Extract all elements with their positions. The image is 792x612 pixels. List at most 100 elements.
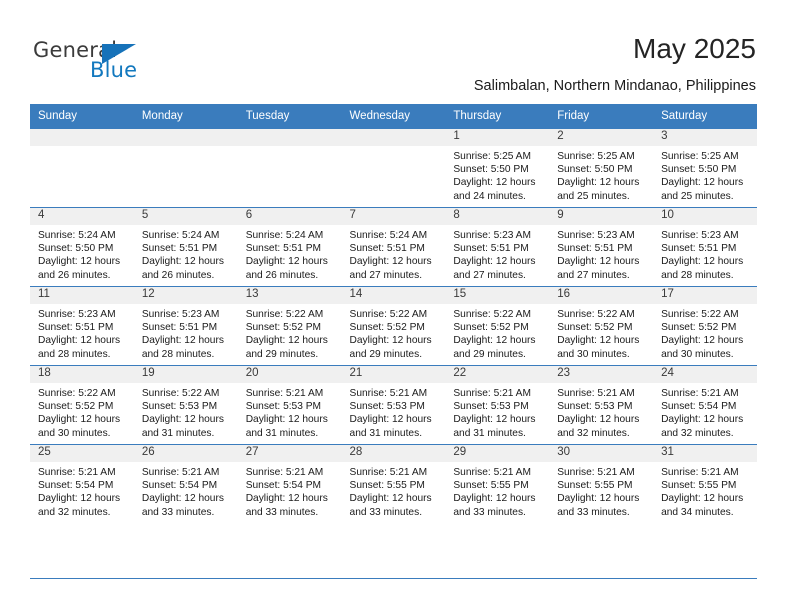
day-details: Sunrise: 5:25 AM Sunset: 5:50 PM Daylight:…	[445, 146, 549, 203]
calendar-day-cell[interactable]: 16 Sunrise: 5:22 AM Sunset: 5:52 PM Dayligh…	[549, 286, 654, 366]
daylight-text-line1: Daylight: 12 hours	[661, 177, 744, 189]
sunset-text: Sunset: 5:51 PM	[661, 243, 737, 255]
sunset-text: Sunset: 5:52 PM	[38, 401, 114, 413]
daylight-text-line1: Daylight: 12 hours	[453, 414, 536, 426]
day-number: 4	[30, 208, 134, 225]
daylight-text-line1: Daylight: 12 hours	[349, 414, 432, 426]
day-details: Sunrise: 5:22 AM Sunset: 5:52 PM Daylight:…	[238, 304, 342, 361]
calendar-day-cell[interactable]: 5 Sunrise: 5:24 AM Sunset: 5:51 PM Daylight…	[133, 207, 238, 287]
calendar-day-cell[interactable]: 14 Sunrise: 5:22 AM Sunset: 5:52 PM Dayligh…	[341, 286, 446, 366]
day-details: Sunrise: 5:24 AM Sunset: 5:51 PM Daylight:…	[342, 225, 446, 282]
sunrise-text: Sunrise: 5:21 AM	[245, 388, 324, 399]
calendar-day-cell[interactable]: 1 Sunrise: 5:25 AM Sunset: 5:50 PM Daylight…	[445, 128, 550, 208]
sunrise-text: Sunrise: 5:21 AM	[141, 467, 220, 478]
calendar-day-cell[interactable]: 9 Sunrise: 5:23 AM Sunset: 5:51 PM Daylight…	[549, 207, 654, 287]
calendar-day-cell[interactable]: 8 Sunrise: 5:23 AM Sunset: 5:51 PM Daylight…	[445, 207, 550, 287]
calendar-day-cell[interactable]: 11 Sunrise: 5:23 AM Sunset: 5:51 PM Dayligh…	[30, 286, 134, 366]
calendar-day-cell[interactable]: 22 Sunrise: 5:21 AM Sunset: 5:53 PM Dayligh…	[445, 365, 550, 445]
calendar-day-cell[interactable]: 23 Sunrise: 5:21 AM Sunset: 5:53 PM Dayligh…	[549, 365, 654, 445]
general-blue-logo[interactable]: General Blue	[33, 38, 213, 86]
day-number: 20	[237, 366, 342, 383]
day-details: Sunrise: 5:23 AM Sunset: 5:51 PM Daylight:…	[134, 304, 238, 361]
daylight-text-line2: and 29 minutes.	[245, 348, 319, 360]
calendar-day-cell[interactable]: 26 Sunrise: 5:21 AM Sunset: 5:54 PM Dayligh…	[133, 444, 238, 523]
calendar-day-cell[interactable]: 13 Sunrise: 5:22 AM Sunset: 5:52 PM Dayligh…	[237, 286, 342, 366]
daylight-text-line1: Daylight: 12 hours	[661, 256, 744, 268]
calendar-day-cell[interactable]: 25 Sunrise: 5:21 AM Sunset: 5:54 PM Dayligh…	[30, 444, 134, 523]
calendar-day-cell[interactable]: 17 Sunrise: 5:22 AM Sunset: 5:52 PM Dayligh…	[653, 286, 757, 366]
daylight-text-line1: Daylight: 12 hours	[245, 493, 328, 505]
daylight-text-line1: Daylight: 12 hours	[38, 335, 121, 347]
weekday-header-friday: Friday	[549, 104, 654, 129]
daylight-text-line2: and 28 minutes.	[661, 269, 734, 281]
day-number: 27	[237, 445, 342, 462]
calendar-week-row: 11 Sunrise: 5:23 AM Sunset: 5:51 PM Dayligh…	[30, 286, 757, 366]
calendar-day-cell[interactable]: 12 Sunrise: 5:23 AM Sunset: 5:51 PM Dayligh…	[133, 286, 238, 366]
sunrise-text: Sunrise: 5:21 AM	[557, 388, 635, 399]
daylight-text-line1: Daylight: 12 hours	[453, 335, 536, 347]
calendar-day-cell[interactable]: 19 Sunrise: 5:22 AM Sunset: 5:53 PM Dayligh…	[133, 365, 238, 445]
calendar-day-cell[interactable]: 2 Sunrise: 5:25 AM Sunset: 5:50 PM Daylight…	[549, 128, 654, 208]
sunset-text: Sunset: 5:53 PM	[141, 401, 218, 413]
day-details: Sunrise: 5:25 AM Sunset: 5:50 PM Daylight:…	[549, 146, 653, 203]
sunset-text: Sunset: 5:51 PM	[141, 322, 218, 334]
sunrise-text: Sunrise: 5:21 AM	[453, 388, 531, 399]
daylight-text-line1: Daylight: 12 hours	[453, 493, 536, 505]
sunset-text: Sunset: 5:52 PM	[349, 322, 425, 334]
daylight-text-line2: and 31 minutes.	[245, 427, 319, 439]
daylight-text-line2: and 30 minutes.	[661, 348, 734, 360]
calendar-cell-empty	[341, 128, 446, 208]
daylight-text-line2: and 28 minutes.	[38, 348, 111, 360]
daylight-text-line2: and 32 minutes.	[557, 427, 630, 439]
calendar-day-cell[interactable]: 10 Sunrise: 5:23 AM Sunset: 5:51 PM Dayligh…	[653, 207, 757, 287]
day-details: Sunrise: 5:21 AM Sunset: 5:54 PM Daylight:…	[30, 462, 134, 519]
calendar-day-cell[interactable]: 28 Sunrise: 5:21 AM Sunset: 5:55 PM Dayligh…	[341, 444, 446, 523]
sunrise-text: Sunrise: 5:23 AM	[661, 230, 739, 241]
calendar-day-cell[interactable]: 27 Sunrise: 5:21 AM Sunset: 5:54 PM Dayligh…	[237, 444, 342, 523]
daylight-text-line2: and 31 minutes.	[453, 427, 526, 439]
sunset-text: Sunset: 5:51 PM	[38, 322, 114, 334]
calendar-cell-empty	[30, 128, 134, 208]
day-number: 24	[653, 366, 757, 383]
day-details: Sunrise: 5:24 AM Sunset: 5:51 PM Daylight:…	[134, 225, 238, 282]
calendar-day-cell[interactable]: 6 Sunrise: 5:24 AM Sunset: 5:51 PM Daylight…	[237, 207, 342, 287]
calendar-day-cell[interactable]: 24 Sunrise: 5:21 AM Sunset: 5:54 PM Dayligh…	[653, 365, 757, 445]
sunrise-text: Sunrise: 5:23 AM	[38, 309, 116, 320]
calendar-day-cell[interactable]: 3 Sunrise: 5:25 AM Sunset: 5:50 PM Daylight…	[653, 128, 757, 208]
sunset-text: Sunset: 5:53 PM	[245, 401, 322, 413]
daylight-text-line1: Daylight: 12 hours	[557, 256, 640, 268]
calendar-day-cell[interactable]: 29 Sunrise: 5:21 AM Sunset: 5:55 PM Dayligh…	[445, 444, 550, 523]
page-header: General Blue May 2025 Salimbalan, Northe…	[0, 0, 792, 100]
sunset-text: Sunset: 5:50 PM	[38, 243, 114, 255]
day-details: Sunrise: 5:21 AM Sunset: 5:53 PM Daylight:…	[549, 383, 653, 440]
daylight-text-line1: Daylight: 12 hours	[557, 177, 640, 189]
calendar-day-cell[interactable]: 31 Sunrise: 5:21 AM Sunset: 5:55 PM Dayligh…	[653, 444, 757, 523]
calendar-day-cell[interactable]: 15 Sunrise: 5:22 AM Sunset: 5:52 PM Dayligh…	[445, 286, 550, 366]
day-details: Sunrise: 5:21 AM Sunset: 5:55 PM Daylight:…	[445, 462, 549, 519]
day-number: 11	[30, 287, 134, 304]
calendar-day-cell[interactable]: 21 Sunrise: 5:21 AM Sunset: 5:53 PM Dayligh…	[341, 365, 446, 445]
daylight-text-line1: Daylight: 12 hours	[245, 256, 328, 268]
sunrise-text: Sunrise: 5:24 AM	[141, 230, 220, 241]
calendar-day-cell[interactable]: 20 Sunrise: 5:21 AM Sunset: 5:53 PM Dayligh…	[237, 365, 342, 445]
day-details: Sunrise: 5:24 AM Sunset: 5:51 PM Daylight:…	[238, 225, 342, 282]
calendar-day-cell[interactable]: 4 Sunrise: 5:24 AM Sunset: 5:50 PM Daylight…	[30, 207, 134, 287]
daylight-text-line1: Daylight: 12 hours	[661, 414, 744, 426]
calendar-week-row: 1 Sunrise: 5:25 AM Sunset: 5:50 PM Daylight…	[30, 128, 757, 208]
day-number: 22	[445, 366, 550, 383]
day-number: 17	[653, 287, 757, 304]
daylight-text-line2: and 33 minutes.	[245, 506, 319, 518]
page-title: May 2025	[633, 33, 756, 64]
calendar-day-cell[interactable]: 30 Sunrise: 5:21 AM Sunset: 5:55 PM Dayligh…	[549, 444, 654, 523]
day-number: 31	[653, 445, 757, 462]
day-details: Sunrise: 5:23 AM Sunset: 5:51 PM Daylight:…	[549, 225, 653, 282]
daylight-text-line2: and 27 minutes.	[349, 269, 423, 281]
calendar-week-row: 18 Sunrise: 5:22 AM Sunset: 5:52 PM Dayligh…	[30, 365, 757, 445]
calendar-table: Sunday Monday Tuesday Wednesday Thursday Frid…	[30, 104, 757, 523]
calendar-day-cell[interactable]: 18 Sunrise: 5:22 AM Sunset: 5:52 PM Dayligh…	[30, 365, 134, 445]
calendar-day-cell[interactable]: 7 Sunrise: 5:24 AM Sunset: 5:51 PM Daylight…	[341, 207, 446, 287]
calendar-week-row: 4 Sunrise: 5:24 AM Sunset: 5:50 PM Daylight…	[30, 207, 757, 287]
sunset-text: Sunset: 5:55 PM	[661, 480, 737, 492]
sunrise-text: Sunrise: 5:25 AM	[661, 151, 739, 162]
daylight-text-line1: Daylight: 12 hours	[349, 493, 432, 505]
